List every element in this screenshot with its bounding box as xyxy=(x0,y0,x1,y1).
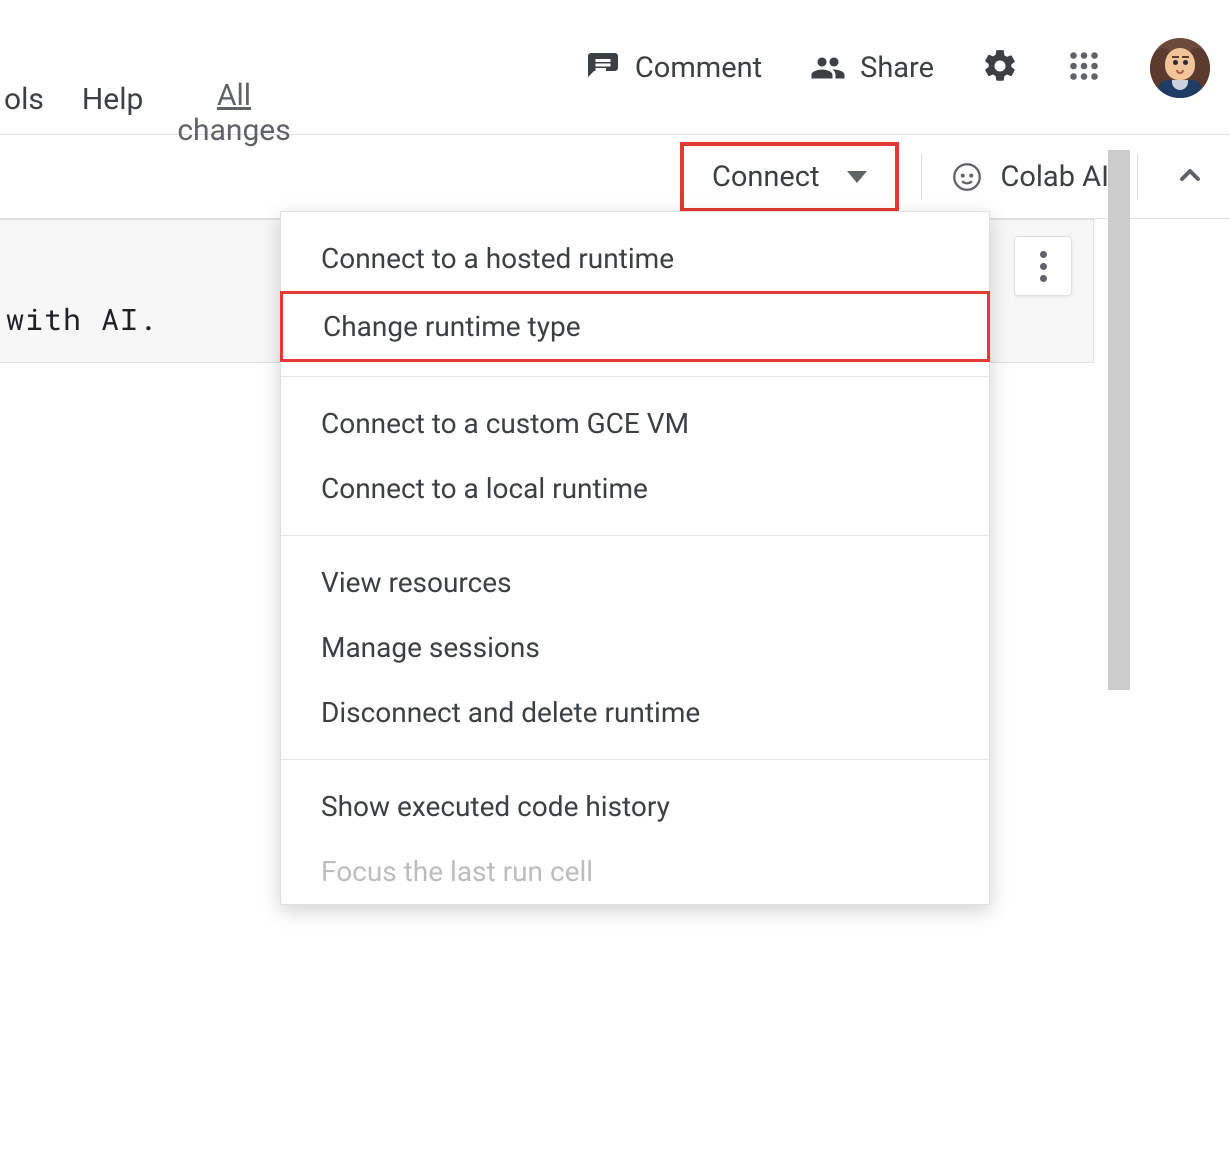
connect-dropdown: Connect to a hosted runtime Change runti… xyxy=(280,211,990,905)
dropdown-item-code-history[interactable]: Show executed code history xyxy=(281,774,989,839)
more-vert-icon xyxy=(1040,251,1047,282)
header: Comment Share ols Help xyxy=(0,0,1230,135)
comment-icon xyxy=(585,50,621,86)
dropdown-separator xyxy=(281,759,989,760)
comment-button[interactable]: Comment xyxy=(585,50,762,86)
colab-ai-label: Colab AI xyxy=(1000,160,1109,194)
connect-label: Connect xyxy=(712,160,820,194)
dropdown-item-custom-gce-vm[interactable]: Connect to a custom GCE VM xyxy=(281,391,989,456)
share-button[interactable]: Share xyxy=(810,50,934,86)
scrollbar[interactable] xyxy=(1108,150,1130,690)
cell-more-button[interactable] xyxy=(1014,236,1072,296)
chevron-up-icon xyxy=(1174,159,1206,195)
menu-tools-partial[interactable]: ols xyxy=(0,78,48,121)
share-icon xyxy=(810,50,846,86)
dropdown-separator xyxy=(281,376,989,377)
colab-ai-icon xyxy=(950,160,984,194)
all-changes-line1: All xyxy=(177,78,290,113)
apps-grid-icon xyxy=(1066,48,1102,88)
account-avatar[interactable] xyxy=(1150,38,1210,98)
header-actions: Comment Share xyxy=(585,38,1210,98)
dropdown-item-change-runtime-type[interactable]: Change runtime type xyxy=(280,291,990,362)
toolbar: Connect Colab AI xyxy=(0,135,1230,219)
scrollbar-thumb[interactable] xyxy=(1108,150,1130,690)
collapse-button[interactable] xyxy=(1160,147,1220,207)
colab-ai-button[interactable]: Colab AI xyxy=(944,156,1115,198)
connect-button[interactable]: Connect xyxy=(680,142,900,212)
cell-text-fragment: with AI. xyxy=(6,300,158,339)
dropdown-item-view-resources[interactable]: View resources xyxy=(281,550,989,615)
dropdown-item-focus-last-cell: Focus the last run cell xyxy=(281,839,989,904)
gear-icon xyxy=(981,47,1019,89)
menu-help[interactable]: Help xyxy=(78,78,147,121)
dropdown-item-local-runtime[interactable]: Connect to a local runtime xyxy=(281,456,989,521)
dropdown-item-hosted-runtime[interactable]: Connect to a hosted runtime xyxy=(281,226,989,291)
separator xyxy=(921,154,922,200)
dropdown-item-disconnect-delete[interactable]: Disconnect and delete runtime xyxy=(281,680,989,745)
comment-label: Comment xyxy=(635,51,762,85)
share-label: Share xyxy=(860,51,934,85)
apps-button[interactable] xyxy=(1066,50,1102,86)
dropdown-caret-icon xyxy=(847,171,867,183)
dropdown-item-manage-sessions[interactable]: Manage sessions xyxy=(281,615,989,680)
dropdown-separator xyxy=(281,535,989,536)
separator xyxy=(1137,154,1138,200)
settings-button[interactable] xyxy=(982,50,1018,86)
